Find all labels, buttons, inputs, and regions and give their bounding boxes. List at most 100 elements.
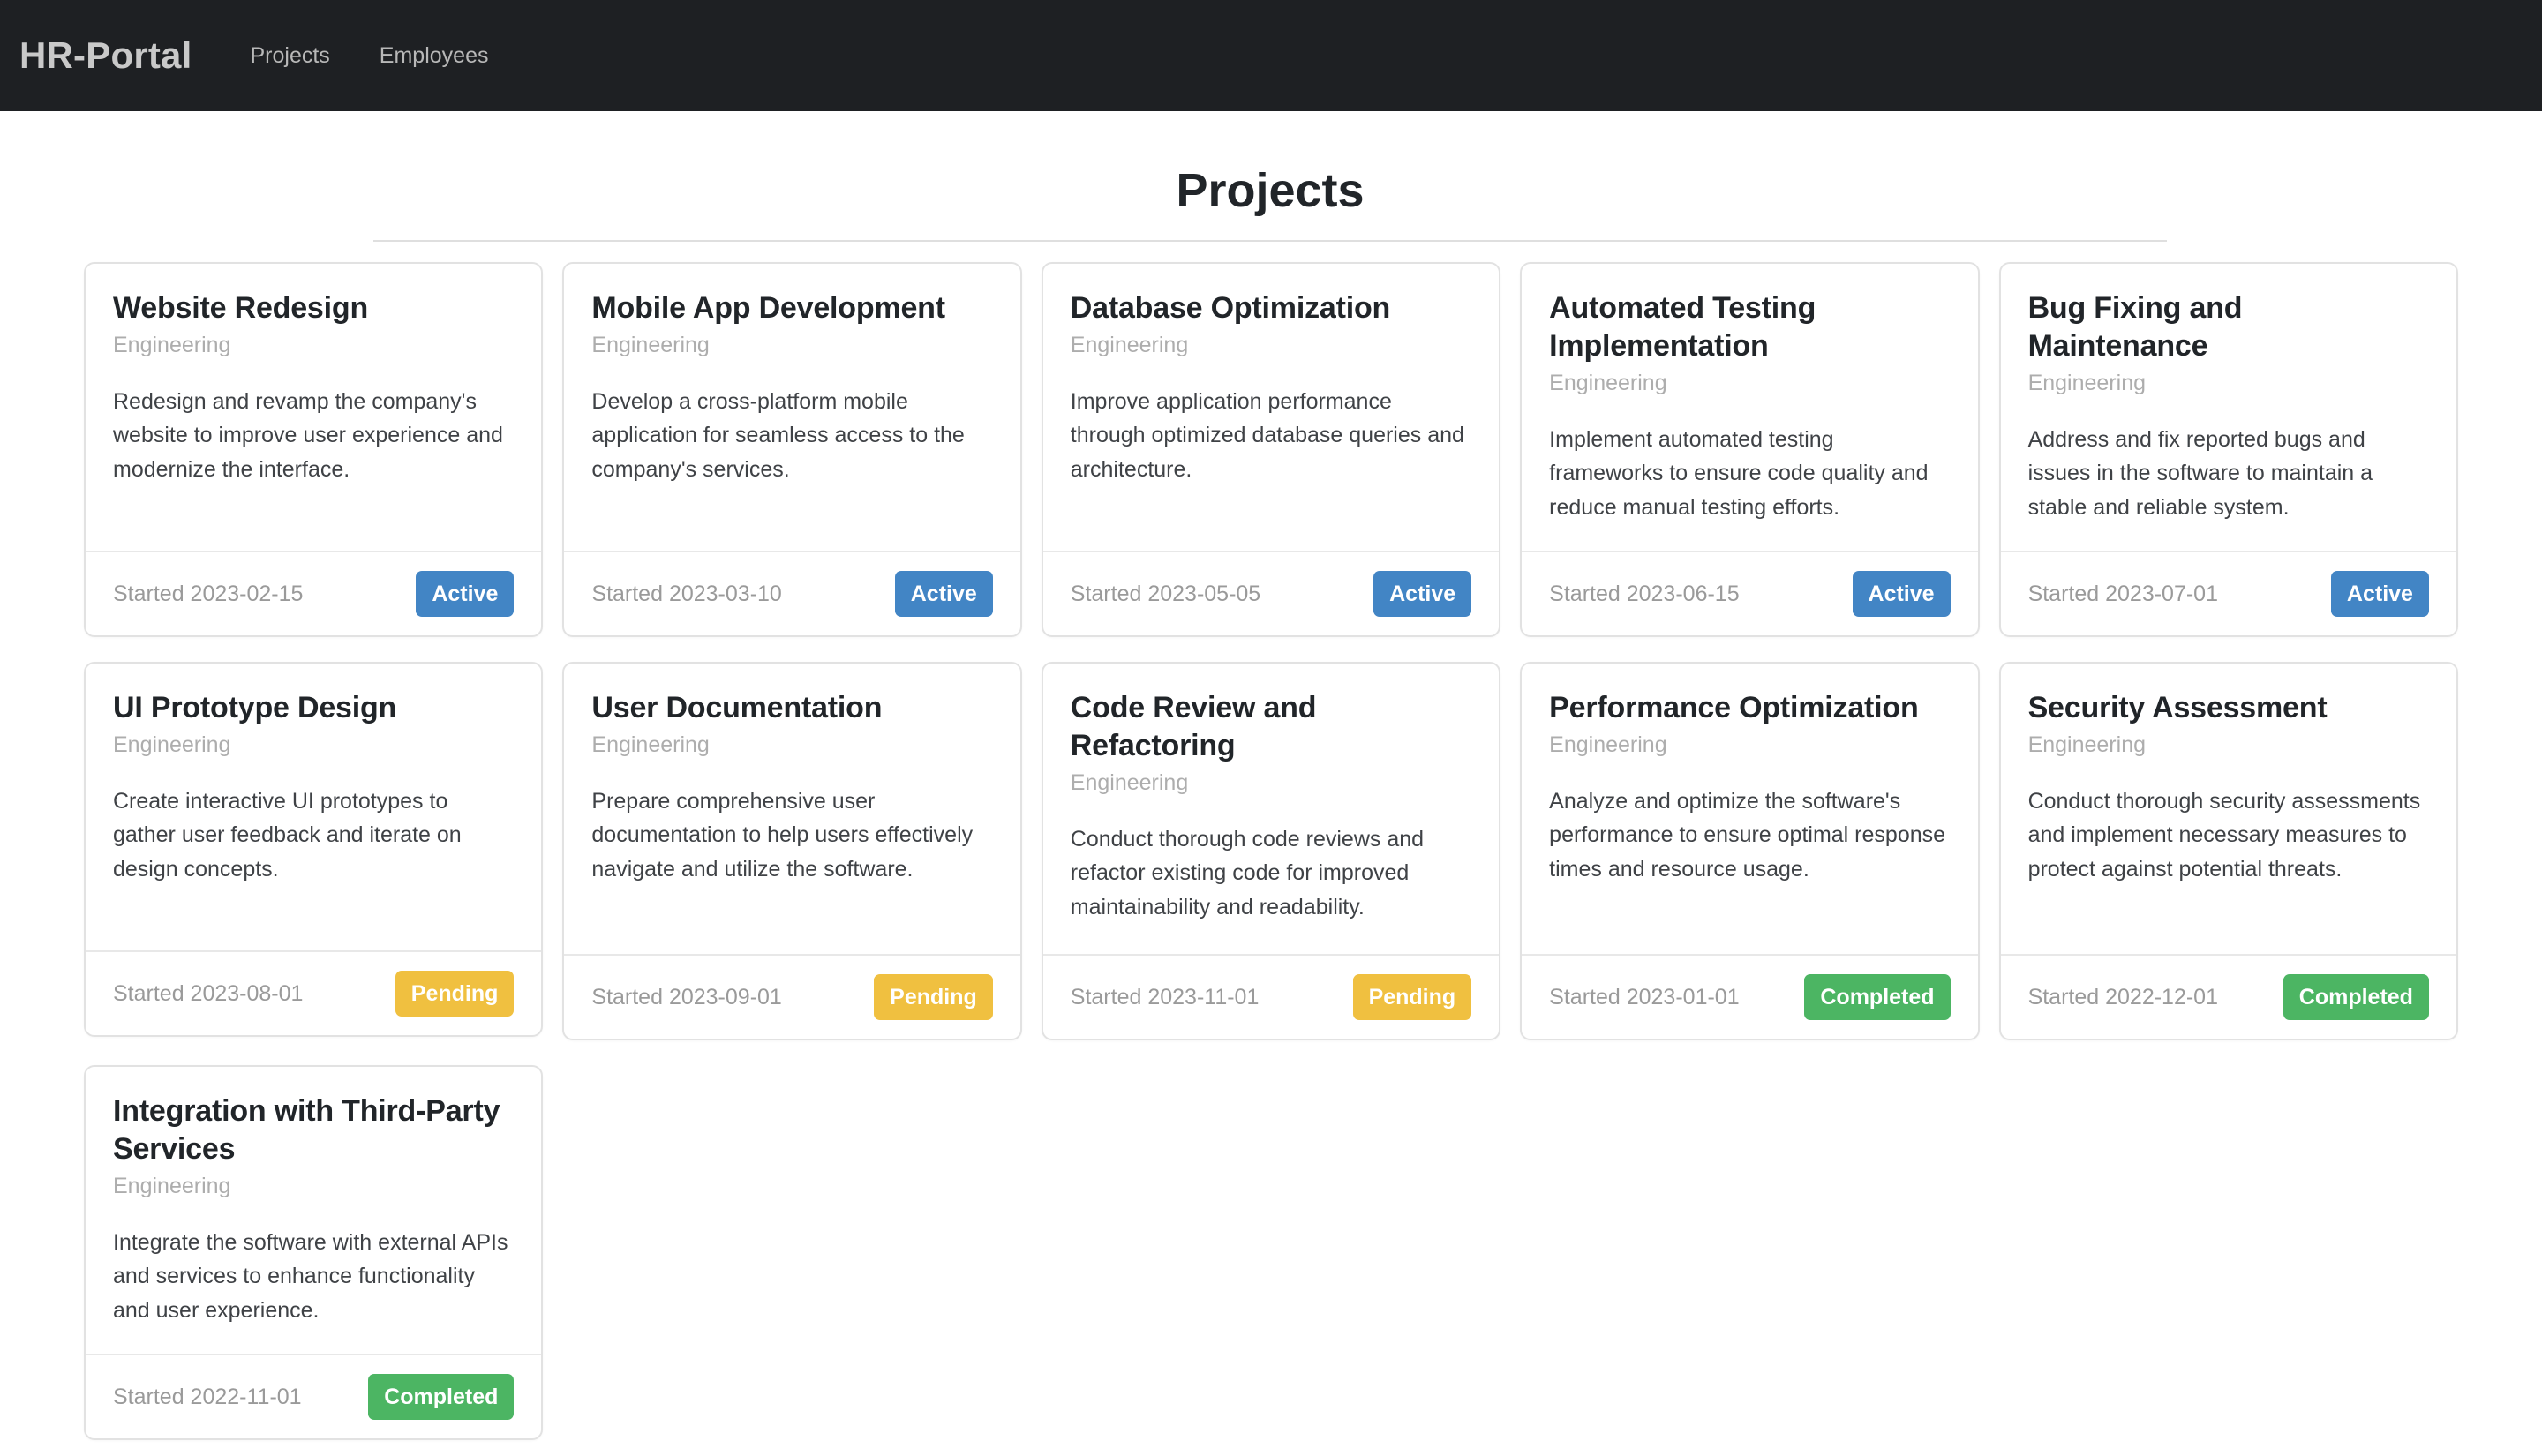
project-card-body: Database Optimization Engineering Improve … [1043,264,1499,551]
project-description: Prepare comprehensive user documentation… [591,788,974,882]
project-start-date: Started 2023-01-01 [1549,984,1740,1009]
project-card[interactable]: Website Redesign Engineering Redesign and … [84,262,544,638]
project-department: Engineering [113,732,231,758]
project-card[interactable]: UI Prototype Design Engineering Create int… [84,662,544,1038]
project-status-badge[interactable]: Completed [368,1374,515,1421]
project-title: Bug Fixing and Maintenance [2027,291,2243,364]
project-status-badge[interactable]: Active [1852,571,1951,618]
project-department: Engineering [591,333,710,358]
project-card-cell: Security Assessment Engineering Conduct th… [1989,653,2468,1056]
project-card-cell: Integration with Third-Party Services Eng… [74,1056,553,1456]
project-card-body: User Documentation Engineering Prepare com… [564,664,1019,954]
project-department: Engineering [113,1174,231,1199]
project-department: Engineering [1549,371,1667,396]
project-status-badge[interactable]: Active [1373,571,1472,618]
project-status-badge[interactable]: Active [2330,571,2429,618]
project-card-cell: Mobile App Development Engineering Develop… [553,253,1031,653]
project-department: Engineering [2027,732,2146,758]
project-title: Code Review and Refactoring [1070,691,1317,763]
project-title: UI Prototype Design [113,691,397,725]
project-description: Implement automated testing frameworks t… [1549,426,1929,520]
project-description: Conduct thorough code reviews and refact… [1070,826,1425,919]
project-card-body: Website Redesign Engineering Redesign and … [86,264,541,551]
project-status-badge[interactable]: Completed [2283,974,2429,1021]
project-description: Develop a cross-platform mobile applicat… [591,388,965,482]
project-card-cell: Performance Optimization Engineering Analy… [1510,653,1989,1056]
project-department: Engineering [1549,732,1667,758]
project-title: Database Optimization [1070,291,1391,326]
project-status-badge[interactable]: Completed [1804,974,1951,1021]
top-navbar: HR-Portal Projects Employees [0,0,2542,111]
project-description: Integrate the software with external API… [113,1229,508,1323]
project-title: Security Assessment [2027,691,2328,725]
project-card[interactable]: Bug Fixing and Maintenance Engineering Add… [1998,262,2458,638]
project-card-footer: Started 2023-09-01 Pending [564,954,1020,1039]
project-department: Engineering [1070,770,1189,796]
project-card-footer: Started 2023-07-01 Active [2000,551,2456,635]
project-card-body: Bug Fixing and Maintenance Engineering Add… [2001,264,2456,551]
project-start-date: Started 2023-03-10 [591,581,782,606]
project-card[interactable]: Integration with Third-Party Services Eng… [84,1065,544,1441]
brand-logo[interactable]: HR-Portal [19,34,192,77]
heading-container: Projects [373,139,2167,243]
project-description: Address and fix reported bugs and issues… [2027,426,2373,520]
project-card-body: Code Review and Refactoring Engineering Co… [1043,664,1499,954]
project-status-badge[interactable]: Pending [874,974,993,1021]
project-card-cell: UI Prototype Design Engineering Create int… [74,653,553,1056]
project-description: Improve application performance through … [1070,388,1464,482]
page-title: Projects [1176,164,1365,217]
nav-links: Projects Employees [225,43,513,69]
project-card[interactable]: Automated Testing Implementation Engineer… [1520,262,1980,638]
project-card-cell: Database Optimization Engineering Improve … [1032,253,1510,653]
project-start-date: Started 2023-06-15 [1549,581,1740,606]
project-card-footer: Started 2023-02-15 Active [86,551,542,635]
project-card-cell: Website Redesign Engineering Redesign and … [74,253,553,653]
project-card[interactable]: Database Optimization Engineering Improve … [1041,262,1501,638]
project-card[interactable]: Performance Optimization Engineering Analy… [1520,662,1980,1041]
project-card[interactable]: User Documentation Engineering Prepare com… [562,662,1022,1041]
project-description: Create interactive UI prototypes to gath… [113,788,462,882]
project-start-date: Started 2023-07-01 [2027,581,2218,606]
project-start-date: Started 2023-05-05 [1070,581,1261,606]
project-card-body: Integration with Third-Party Services Eng… [86,1067,541,1354]
project-card-footer: Started 2023-05-05 Active [1042,551,1500,635]
project-card[interactable]: Code Review and Refactoring Engineering Co… [1041,662,1501,1041]
project-start-date: Started 2023-08-01 [113,980,304,1006]
project-card-footer: Started 2023-06-15 Active [1522,551,1978,635]
project-status-badge[interactable]: Pending [395,971,515,1017]
project-card-footer: Started 2022-12-01 Completed [2000,954,2456,1039]
project-title: Mobile App Development [591,291,945,326]
project-description: Redesign and revamp the company's websit… [113,388,503,482]
project-department: Engineering [2027,371,2146,396]
project-title: Performance Optimization [1549,691,1919,725]
project-status-badge[interactable]: Active [416,571,515,618]
project-card-body: Performance Optimization Engineering Analy… [1522,664,1977,954]
project-title: Automated Testing Implementation [1549,291,1816,364]
project-start-date: Started 2023-09-01 [591,984,782,1009]
project-card-body: Automated Testing Implementation Engineer… [1522,264,1977,551]
project-start-date: Started 2023-02-15 [113,581,304,606]
nav-link-employees[interactable]: Employees [355,43,514,69]
project-status-badge[interactable]: Active [894,571,993,618]
project-card[interactable]: Security Assessment Engineering Conduct th… [1998,662,2458,1041]
project-card-footer: Started 2023-01-01 Completed [1522,954,1978,1039]
project-card-body: Security Assessment Engineering Conduct th… [2001,664,2456,954]
project-card-body: UI Prototype Design Engineering Create int… [86,664,541,950]
project-title: Website Redesign [113,291,369,326]
project-card-footer: Started 2023-08-01 Pending [86,950,542,1035]
project-start-date: Started 2022-12-01 [2027,984,2218,1009]
project-status-badge[interactable]: Pending [1352,974,1472,1021]
project-card-footer: Started 2023-03-10 Active [564,551,1020,635]
project-card-cell: Bug Fixing and Maintenance Engineering Add… [1989,253,2468,653]
project-title: Integration with Third-Party Services [113,1094,500,1167]
project-start-date: Started 2023-11-01 [1070,984,1260,1009]
project-department: Engineering [113,333,231,358]
project-card[interactable]: Mobile App Development Engineering Develop… [562,262,1022,638]
project-department: Engineering [1070,333,1189,358]
page-content: Projects Website Redesign Engineering Rede… [0,111,2542,1456]
project-description: Analyze and optimize the software's perf… [1549,788,1946,882]
nav-link-projects[interactable]: Projects [225,43,354,69]
project-card-footer: Started 2023-11-01 Pending [1042,954,1500,1039]
project-card-cell: User Documentation Engineering Prepare com… [553,653,1031,1056]
project-card-grid: Website Redesign Engineering Redesign and … [74,242,2468,1456]
